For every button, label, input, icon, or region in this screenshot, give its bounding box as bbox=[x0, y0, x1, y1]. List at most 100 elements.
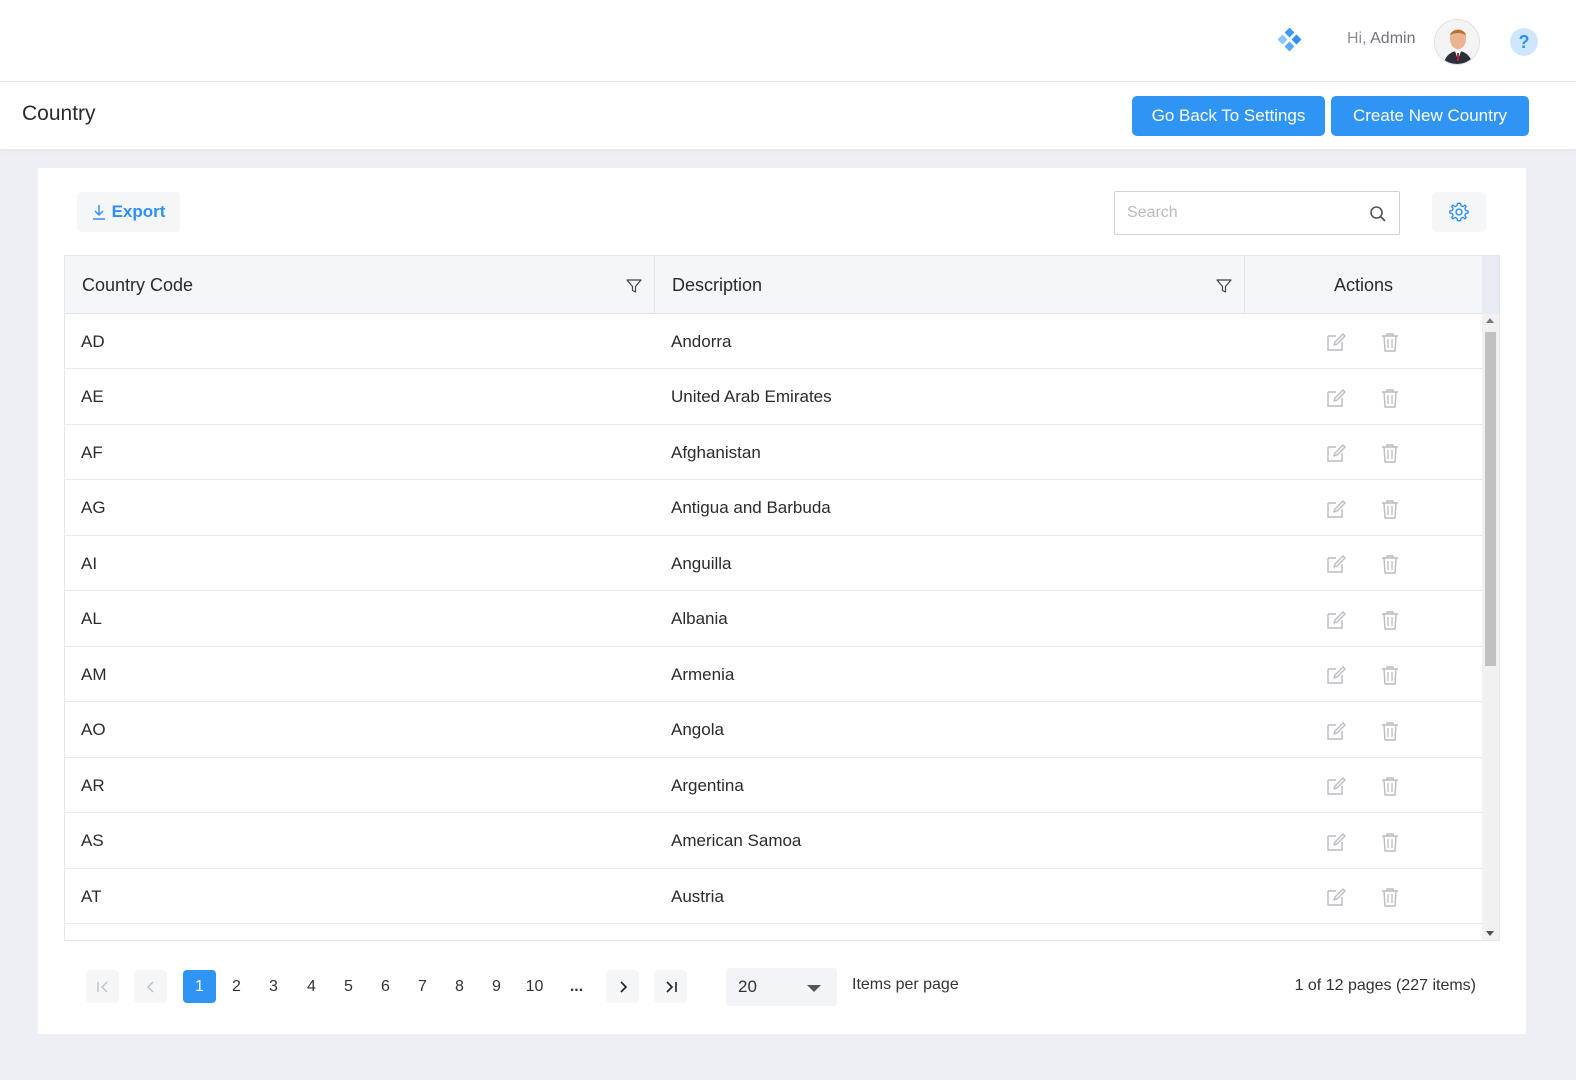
table-row[interactable]: AE United Arab Emirates bbox=[65, 369, 1482, 425]
edit-icon[interactable] bbox=[1325, 553, 1347, 575]
chevron-right-icon bbox=[619, 980, 627, 993]
export-button[interactable]: Export bbox=[77, 192, 180, 232]
page-size-value: 20 bbox=[738, 977, 757, 996]
avatar-portrait-icon bbox=[1435, 20, 1479, 64]
description-cell: Armenia bbox=[671, 664, 735, 684]
country-code-cell: AD bbox=[81, 331, 105, 351]
gear-icon bbox=[1449, 202, 1469, 222]
country-code-cell: AR bbox=[81, 775, 105, 795]
trash-icon[interactable] bbox=[1379, 442, 1401, 464]
description-cell: Andorra bbox=[671, 331, 732, 351]
country-code-cell: AL bbox=[81, 609, 102, 628]
trash-icon[interactable] bbox=[1379, 553, 1401, 575]
country-code-cell: AE bbox=[81, 387, 104, 406]
items-per-page-label: Items per page bbox=[852, 976, 959, 993]
pager-ellipsis[interactable]: ... bbox=[560, 970, 593, 1003]
edit-icon[interactable] bbox=[1325, 886, 1347, 908]
scroll-up-icon[interactable] bbox=[1486, 318, 1494, 323]
funnel-icon[interactable] bbox=[1216, 278, 1232, 294]
vertical-scrollbar[interactable] bbox=[1482, 314, 1499, 940]
table-row[interactable]: AR Argentina bbox=[65, 758, 1482, 813]
search-icon[interactable] bbox=[1369, 205, 1387, 223]
column-header-label: Country Code bbox=[82, 274, 194, 295]
edit-icon[interactable] bbox=[1325, 775, 1347, 797]
column-header-country-code[interactable]: Country Code bbox=[65, 256, 655, 314]
grid-settings-button[interactable] bbox=[1432, 192, 1486, 232]
first-page-button[interactable] bbox=[86, 970, 119, 1003]
table-row[interactable]: AF Afghanistan bbox=[65, 425, 1482, 480]
page-number-3[interactable]: 3 bbox=[257, 970, 290, 1003]
chevron-left-icon bbox=[146, 980, 154, 993]
table-row[interactable]: AG Antigua and Barbuda bbox=[65, 480, 1482, 536]
edit-icon[interactable] bbox=[1325, 831, 1347, 853]
column-header-actions: Actions bbox=[1245, 256, 1482, 314]
page-title: Country bbox=[22, 102, 96, 125]
table-row[interactable]: AO Angola bbox=[65, 702, 1482, 758]
scrollbar-thumb[interactable] bbox=[1485, 332, 1496, 666]
table-row[interactable]: AI Anguilla bbox=[65, 536, 1482, 591]
country-code-cell: AS bbox=[81, 831, 104, 850]
table-row[interactable]: AS American Samoa bbox=[65, 813, 1482, 869]
edit-icon[interactable] bbox=[1325, 720, 1347, 742]
description-cell: American Samoa bbox=[671, 831, 802, 850]
edit-icon[interactable] bbox=[1325, 442, 1347, 464]
content-card: Export Country Code Description bbox=[38, 168, 1526, 1034]
page-number-1[interactable]: 1 bbox=[183, 970, 216, 1003]
trash-icon[interactable] bbox=[1379, 775, 1401, 797]
trash-icon[interactable] bbox=[1379, 387, 1401, 409]
download-arrow-icon bbox=[92, 205, 105, 220]
table-row[interactable]: AD Andorra bbox=[65, 314, 1482, 369]
funnel-icon[interactable] bbox=[626, 278, 642, 294]
greeting-prefix: Hi, bbox=[1347, 30, 1367, 47]
row-actions bbox=[1325, 387, 1401, 409]
go-back-to-settings-button[interactable]: Go Back To Settings bbox=[1132, 96, 1325, 136]
user-name: Admin bbox=[1370, 30, 1416, 47]
app-logo-icon[interactable] bbox=[1276, 28, 1302, 54]
column-header-description[interactable]: Description bbox=[655, 256, 1245, 314]
page-number-8[interactable]: 8 bbox=[443, 970, 476, 1003]
page-number-7[interactable]: 7 bbox=[406, 970, 439, 1003]
avatar[interactable] bbox=[1434, 19, 1480, 65]
trash-icon[interactable] bbox=[1379, 498, 1401, 520]
row-actions bbox=[1325, 720, 1401, 742]
trash-icon[interactable] bbox=[1379, 831, 1401, 853]
page-number-4[interactable]: 4 bbox=[295, 970, 328, 1003]
page-size-select[interactable]: 20 bbox=[726, 968, 837, 1006]
row-actions bbox=[1325, 442, 1401, 464]
next-page-button[interactable] bbox=[606, 970, 639, 1003]
description-cell: Antigua and Barbuda bbox=[671, 498, 831, 517]
edit-icon[interactable] bbox=[1325, 387, 1347, 409]
table-row[interactable]: AT Austria bbox=[65, 869, 1482, 924]
edit-icon[interactable] bbox=[1325, 331, 1347, 353]
trash-icon[interactable] bbox=[1379, 331, 1401, 353]
last-page-button[interactable] bbox=[654, 970, 687, 1003]
page-number-2[interactable]: 2 bbox=[220, 970, 253, 1003]
pager-info: 1 of 12 pages (227 items) bbox=[1294, 977, 1476, 994]
last-page-icon bbox=[665, 980, 677, 993]
page-number-10[interactable]: 10 bbox=[518, 970, 551, 1003]
row-actions bbox=[1325, 331, 1401, 353]
trash-icon[interactable] bbox=[1379, 886, 1401, 908]
description-cell: Anguilla bbox=[671, 553, 732, 573]
edit-icon[interactable] bbox=[1325, 609, 1347, 631]
table-row[interactable]: AL Albania bbox=[65, 591, 1482, 647]
page-number-6[interactable]: 6 bbox=[369, 970, 402, 1003]
row-actions bbox=[1325, 609, 1401, 631]
trash-icon[interactable] bbox=[1379, 609, 1401, 631]
country-code-cell: AM bbox=[81, 664, 107, 684]
help-button[interactable]: ? bbox=[1510, 28, 1538, 56]
create-new-country-button[interactable]: Create New Country bbox=[1331, 96, 1529, 136]
trash-icon[interactable] bbox=[1379, 664, 1401, 686]
page-number-9[interactable]: 9 bbox=[480, 970, 513, 1003]
trash-icon[interactable] bbox=[1379, 720, 1401, 742]
edit-icon[interactable] bbox=[1325, 498, 1347, 520]
search-input[interactable] bbox=[1115, 192, 1355, 234]
country-code-cell: AI bbox=[81, 553, 98, 573]
edit-icon[interactable] bbox=[1325, 664, 1347, 686]
scroll-down-icon[interactable] bbox=[1486, 931, 1494, 936]
table-row[interactable]: AM Armenia bbox=[65, 647, 1482, 702]
row-actions bbox=[1325, 831, 1401, 853]
first-page-icon bbox=[96, 980, 108, 993]
page-number-5[interactable]: 5 bbox=[332, 970, 365, 1003]
previous-page-button[interactable] bbox=[134, 970, 167, 1003]
